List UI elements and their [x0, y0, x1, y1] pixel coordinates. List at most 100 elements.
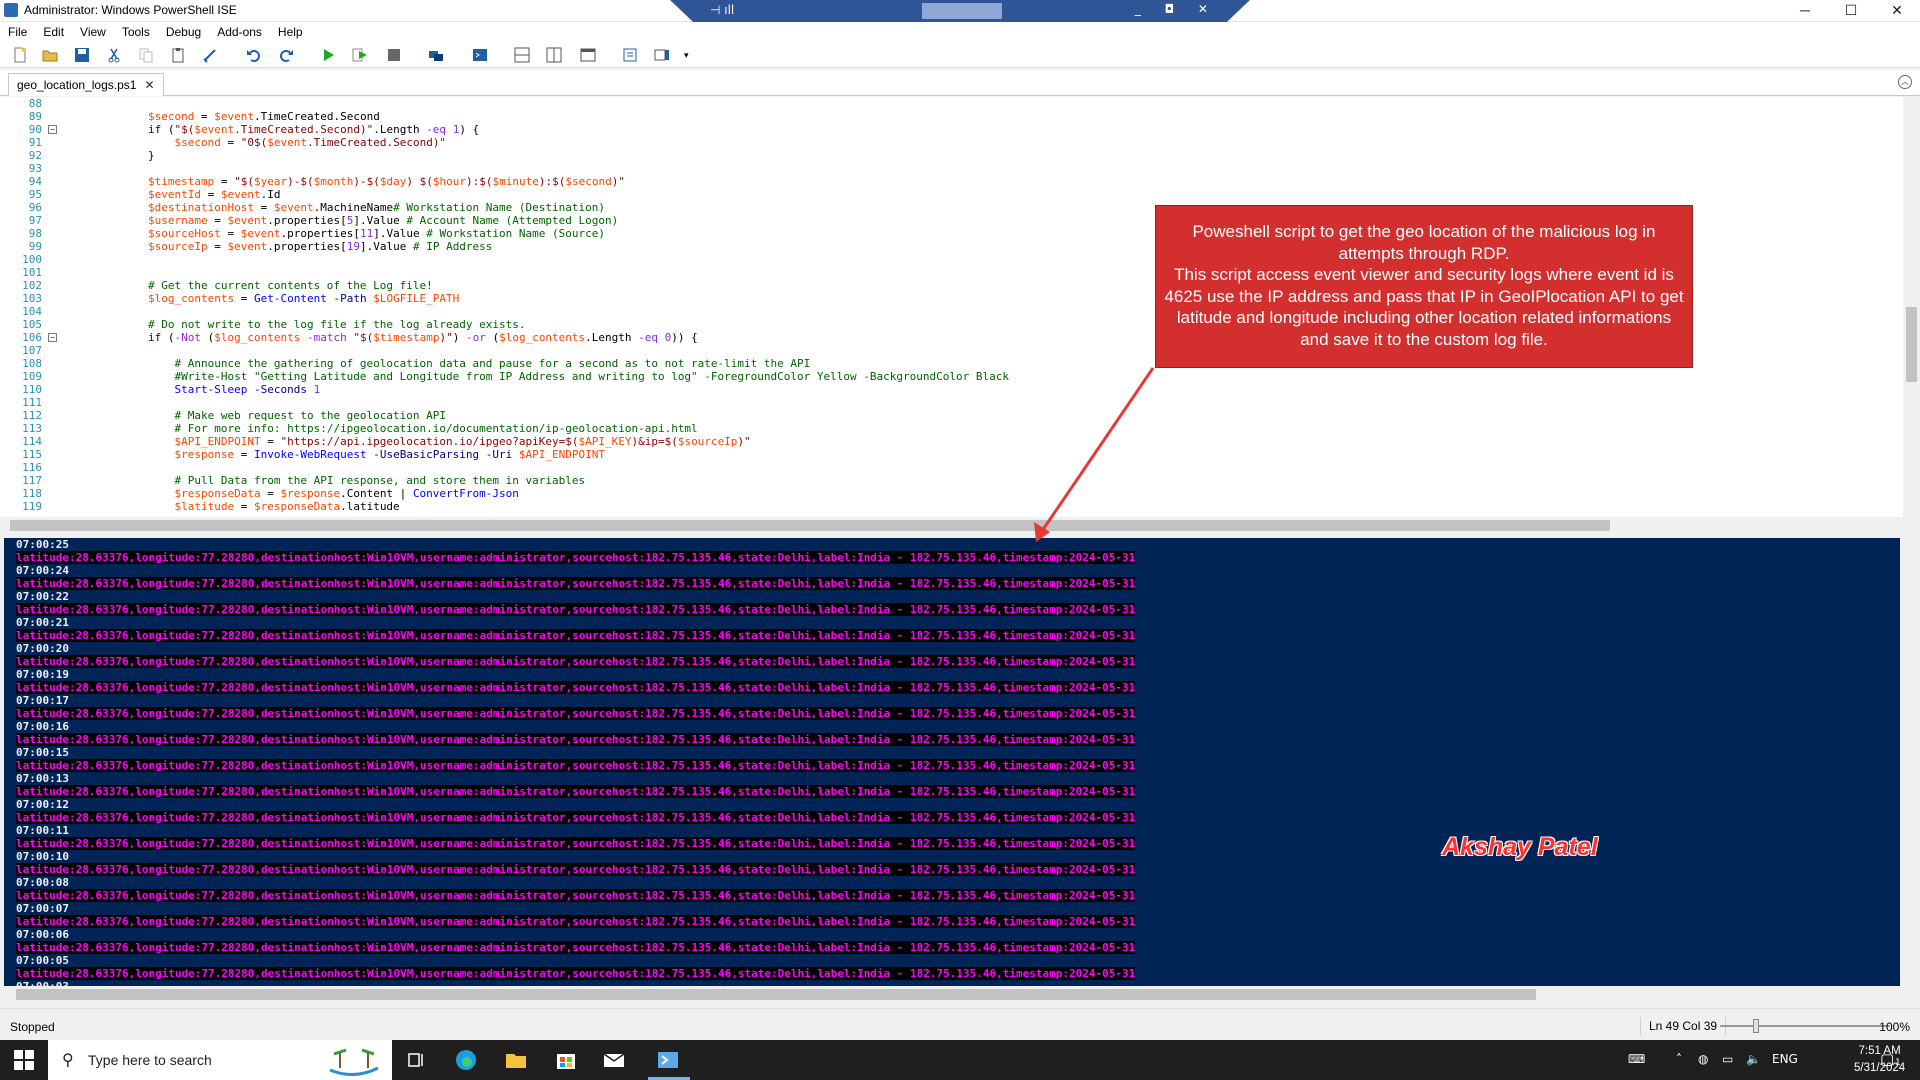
log-entry-text: latitude:28.63376,longitude:77.28280,des… — [16, 707, 1136, 720]
log-entry-text: latitude:28.63376,longitude:77.28280,des… — [16, 577, 1136, 590]
addon-icon[interactable] — [654, 47, 670, 63]
tab-close-icon[interactable]: ✕ — [144, 78, 154, 92]
collapse-script-pane-icon[interactable]: ︿ — [1898, 75, 1912, 89]
editor-horizontal-scrollbar[interactable] — [0, 517, 1920, 534]
layout-right-icon[interactable] — [546, 47, 562, 63]
remote-icon[interactable] — [428, 47, 444, 63]
maximize-button[interactable]: ☐ — [1828, 0, 1874, 22]
line-number: 116 — [22, 461, 42, 474]
defender-icon[interactable]: ◍ — [1698, 1052, 1708, 1066]
rdp-pin-icon[interactable]: ⊣ ıll — [710, 3, 734, 17]
taskbar: ⚲ Type here to search ⌨ ˄ ◍ ▭ 🔈 ENG 7:51… — [0, 1040, 1920, 1080]
line-number: 115 — [22, 448, 42, 461]
close-button[interactable]: ✕ — [1874, 0, 1920, 22]
code-line: # For more info: https://ipgeolocation.i… — [174, 422, 698, 435]
menu-edit[interactable]: Edit — [35, 22, 72, 42]
redo-icon[interactable] — [278, 47, 294, 63]
zoom-slider-knob[interactable] — [1752, 1019, 1759, 1033]
powershell-ise-taskbar-icon[interactable] — [656, 1048, 680, 1072]
task-view-icon[interactable] — [404, 1048, 428, 1072]
scrollbar-thumb[interactable] — [10, 520, 1610, 531]
script-code: $second = $event.TimeCreated.Second if ("… — [148, 97, 1009, 513]
scrollbar-thumb[interactable] — [1906, 307, 1917, 382]
mail-icon[interactable] — [602, 1048, 626, 1072]
console-timestamp: 07:00:07 — [16, 902, 69, 915]
network-icon[interactable]: ▭ — [1722, 1052, 1733, 1066]
console-vertical-scrollbar[interactable] — [1903, 538, 1920, 986]
volume-icon[interactable]: 🔈 — [1746, 1052, 1761, 1066]
paste-icon[interactable] — [170, 47, 186, 63]
fold-toggle-icon[interactable]: − — [48, 125, 57, 134]
log-entry-text: latitude:28.63376,longitude:77.28280,des… — [16, 629, 1136, 642]
console-icon[interactable] — [472, 47, 488, 63]
new-icon[interactable] — [12, 47, 28, 63]
line-number: 92 — [28, 149, 42, 162]
console-log-line: latitude:28.63376,longitude:77.28280,des… — [4, 707, 1900, 720]
console-timestamp: 07:00:15 — [16, 746, 69, 759]
line-number: 112 — [22, 409, 42, 422]
stop-icon[interactable] — [386, 47, 402, 63]
show-hidden-icons-icon[interactable]: ˄ — [1676, 1052, 1682, 1066]
code-line: # Get the current contents of the Log fi… — [148, 279, 433, 292]
edge-browser-icon[interactable] — [454, 1048, 478, 1072]
line-number: 88 — [28, 97, 42, 110]
file-explorer-icon[interactable] — [504, 1048, 528, 1072]
input-language[interactable]: ENG — [1772, 1052, 1798, 1066]
line-number: 108 — [22, 357, 42, 370]
line-number: 103 — [22, 292, 42, 305]
console-log-line: latitude:28.63376,longitude:77.28280,des… — [4, 941, 1900, 954]
menu-tools[interactable]: Tools — [114, 22, 158, 42]
console-timestamp: 07:00:05 — [16, 954, 69, 967]
commands-icon[interactable] — [622, 47, 638, 63]
cut-icon[interactable] — [106, 47, 122, 63]
windows-start-icon[interactable] — [14, 1050, 34, 1070]
run-selection-icon[interactable] — [352, 47, 368, 63]
menu-view[interactable]: View — [72, 22, 114, 42]
code-line: $response = Invoke-WebRequest -UseBasicP… — [174, 448, 606, 461]
code-line: $sourceHost = $event.properties[11].Valu… — [148, 227, 606, 240]
zoom-slider[interactable] — [1720, 1019, 1890, 1033]
editor-vertical-scrollbar[interactable] — [1903, 97, 1920, 517]
microsoft-store-icon[interactable] — [554, 1048, 578, 1072]
console-pane[interactable]: 07:00:25 latitude:28.63376,longitude:77.… — [4, 538, 1900, 986]
code-line: } — [148, 149, 155, 162]
search-highlight-art-icon — [329, 1048, 379, 1076]
save-icon[interactable] — [74, 47, 90, 63]
line-number: 105 — [22, 318, 42, 331]
toolbar-overflow-icon[interactable]: ▾ — [684, 50, 689, 61]
line-number: 117 — [22, 474, 42, 487]
line-number: 99 — [28, 240, 42, 253]
line-number: 106 — [22, 331, 42, 344]
run-icon[interactable] — [320, 47, 336, 63]
console-horizontal-scrollbar[interactable] — [4, 986, 1920, 1003]
line-number: 110 — [22, 383, 42, 396]
minimize-button[interactable]: ─ — [1782, 0, 1828, 22]
taskbar-search-box[interactable]: ⚲ Type here to search — [48, 1040, 392, 1080]
layout-top-icon[interactable] — [514, 47, 530, 63]
copy-icon[interactable] — [138, 47, 154, 63]
line-number: 113 — [22, 422, 42, 435]
notification-center-icon[interactable]: ▢ — [1880, 1050, 1894, 1068]
log-entry-text: latitude:28.63376,longitude:77.28280,des… — [16, 811, 1136, 824]
menu-file[interactable]: File — [0, 22, 35, 42]
tab-geo-location-logs[interactable]: geo_location_logs.ps1 ✕ — [8, 73, 164, 96]
log-entry-text: latitude:28.63376,longitude:77.28280,des… — [16, 889, 1136, 902]
open-icon[interactable] — [42, 47, 58, 63]
undo-icon[interactable] — [246, 47, 262, 63]
fold-toggle-icon[interactable]: − — [48, 333, 57, 342]
scrollbar-thumb[interactable] — [16, 989, 1536, 1000]
code-line: # Do not write to the log file if the lo… — [148, 318, 526, 331]
menu-debug[interactable]: Debug — [158, 22, 209, 42]
line-number: 91 — [28, 136, 42, 149]
layout-max-icon[interactable] — [580, 47, 596, 63]
rdp-window-controls[interactable]: _ ◘ ✕ — [1135, 2, 1218, 16]
keyboard-icon[interactable]: ⌨ — [1628, 1052, 1645, 1066]
menu-addons[interactable]: Add-ons — [209, 22, 270, 42]
console-timestamp: 07:00:22 — [16, 590, 69, 603]
code-line: if (-Not ($log_contents -match "$($times… — [148, 331, 698, 344]
clear-icon[interactable] — [202, 47, 218, 63]
menu-help[interactable]: Help — [270, 22, 311, 42]
log-entry-text: latitude:28.63376,longitude:77.28280,des… — [16, 733, 1136, 746]
line-number: 100 — [22, 253, 42, 266]
